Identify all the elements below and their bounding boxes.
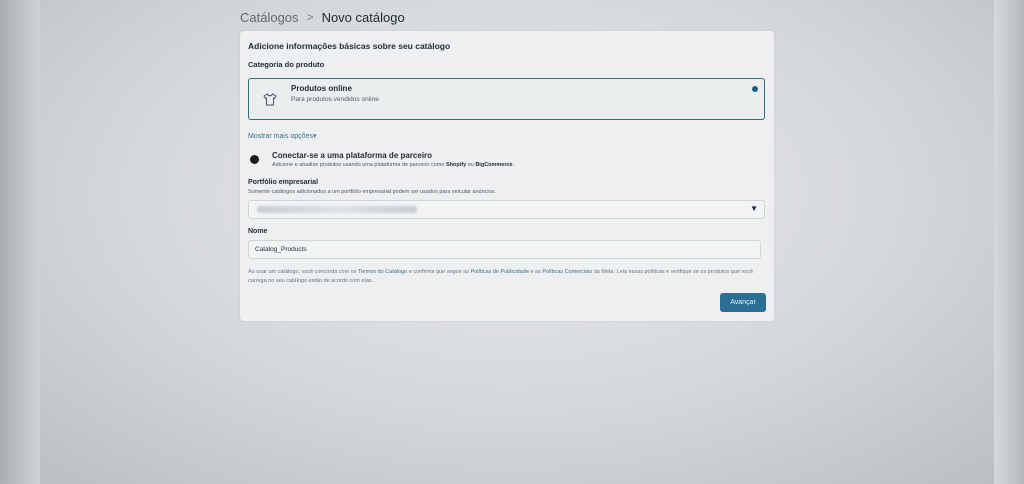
catalog-name-input[interactable] bbox=[248, 240, 761, 259]
option-description: Para produtos vendidos online bbox=[291, 96, 379, 103]
caret-down-icon: ▼ bbox=[750, 204, 758, 213]
tshirt-icon bbox=[261, 91, 279, 107]
breadcrumb: Catálogos > Novo catálogo bbox=[240, 8, 405, 26]
name-label: Nome bbox=[248, 228, 268, 235]
business-portfolio-help: Somente catálogos adicionados a um portf… bbox=[248, 189, 496, 195]
background-edge-right bbox=[994, 0, 1024, 484]
form-heading: Adicione informações básicas sobre seu c… bbox=[248, 41, 451, 51]
radio-selected-icon[interactable] bbox=[752, 86, 758, 92]
terms-text: e confirma que segue as bbox=[407, 269, 471, 275]
option-online-products[interactable]: Produtos online Para produtos vendidos o… bbox=[248, 78, 765, 120]
business-portfolio-select[interactable]: ▼ bbox=[248, 200, 765, 219]
terms-text: Ao usar um catálogo, você concorda com o… bbox=[248, 269, 358, 275]
breadcrumb-catalogs-link[interactable]: Catálogos bbox=[240, 10, 299, 25]
shopify-label: Shopify bbox=[445, 162, 467, 168]
partner-desc-text-mid: ou bbox=[466, 162, 476, 168]
background-edge-left bbox=[0, 0, 40, 484]
blurred-portfolio-value bbox=[257, 206, 417, 213]
business-portfolio-label: Portfólio empresarial bbox=[248, 179, 319, 186]
option-title: Produtos online bbox=[291, 84, 352, 93]
partner-platform-radio[interactable] bbox=[250, 155, 259, 164]
page-title: Novo catálogo bbox=[321, 9, 405, 25]
partner-desc-text-end: . bbox=[512, 162, 515, 168]
category-label: Categoria do produto bbox=[248, 60, 325, 69]
terms-notice: Ao usar um catálogo, você concorda com o… bbox=[248, 268, 768, 286]
advertising-policies-link[interactable]: Políticas de Publicidade bbox=[471, 269, 529, 275]
bigcommerce-label: BigCommerce bbox=[475, 162, 513, 168]
partner-desc-text: Adicione e atualize produtos usando uma … bbox=[272, 162, 446, 168]
show-more-options-link[interactable]: Mostrar mais opções▾ bbox=[248, 132, 316, 140]
catalog-terms-link[interactable]: Termos do Catálogo bbox=[358, 269, 407, 275]
partner-platform-title[interactable]: Conectar-se a uma plataforma de parceiro bbox=[272, 151, 432, 160]
commerce-policies-link[interactable]: Políticas Comerciais bbox=[542, 269, 592, 275]
next-button[interactable]: Avançar bbox=[720, 293, 766, 312]
partner-platform-description: Adicione e atualize produtos usando uma … bbox=[272, 162, 514, 168]
terms-text: e as bbox=[528, 269, 543, 275]
catalog-form-card: Adicione informações básicas sobre seu c… bbox=[240, 31, 774, 321]
chevron-right-icon: > bbox=[306, 10, 314, 24]
